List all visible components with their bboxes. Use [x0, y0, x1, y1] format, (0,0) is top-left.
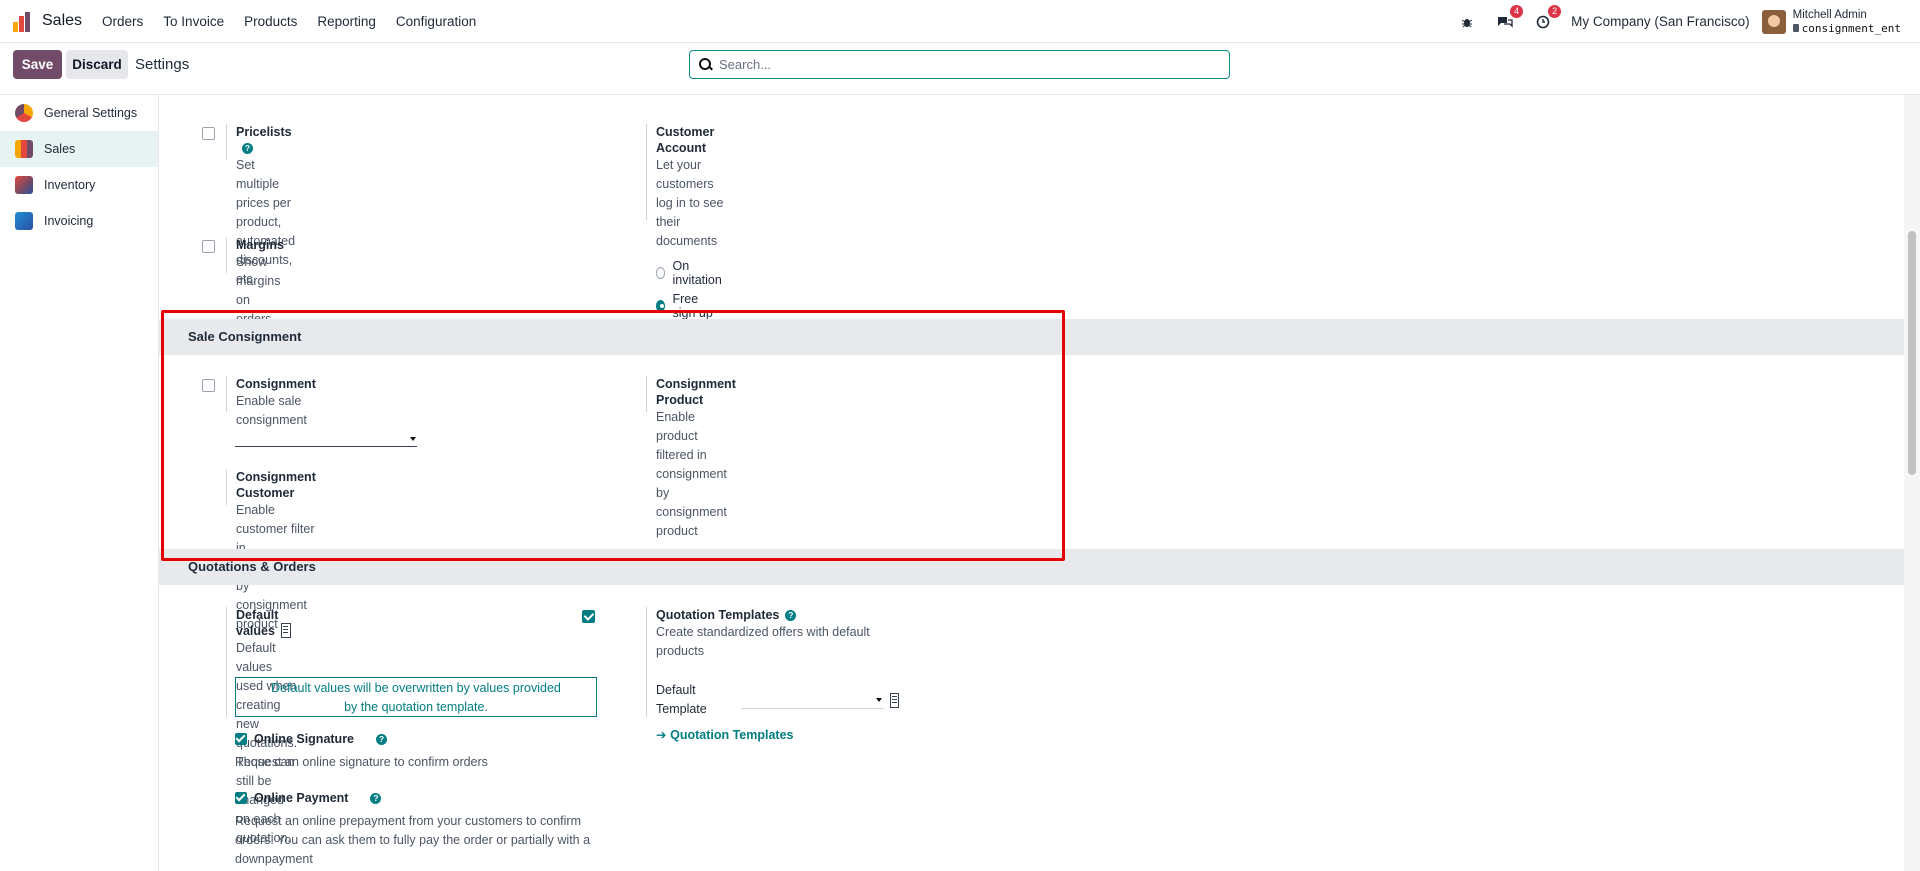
top-navbar: Sales Orders To Invoice Products Reporti… — [0, 0, 1920, 43]
pricelists-checkbox[interactable] — [202, 127, 215, 140]
help-icon[interactable]: ? — [376, 734, 388, 745]
help-icon[interactable]: ? — [785, 610, 797, 621]
inventory-icon — [15, 176, 33, 194]
default-values-label: Default values — [236, 608, 279, 638]
sidebar-item-sales[interactable]: Sales — [0, 131, 158, 167]
page-title: Settings — [135, 56, 190, 73]
alert-line-2: by the quotation template. — [344, 700, 488, 714]
sidebar-item-label: General Settings — [44, 106, 138, 120]
menu-products[interactable]: Products — [244, 14, 297, 29]
menu-configuration[interactable]: Configuration — [396, 14, 476, 29]
sidebar-item-label: Invoicing — [44, 214, 94, 228]
messages-icon[interactable]: 4 — [1495, 4, 1524, 32]
online-payment-checkbox[interactable] — [235, 792, 247, 804]
general-settings-icon — [15, 104, 33, 122]
online-signature-label: Online Signature — [254, 732, 355, 746]
default-template-label: Default Template — [656, 683, 707, 716]
menu-reporting[interactable]: Reporting — [317, 14, 376, 29]
setting-online-payment: Online Payment? Request an online prepay… — [235, 790, 590, 869]
online-signature-description: Request an online signature to confirm o… — [235, 755, 488, 769]
online-payment-label: Online Payment — [254, 791, 349, 805]
sales-icon — [15, 140, 33, 158]
main-menu: Orders To Invoice Products Reporting Con… — [102, 14, 476, 29]
sidebar-item-inventory[interactable]: Inventory — [0, 167, 158, 203]
search-icon — [699, 57, 713, 72]
default-template-select[interactable] — [740, 691, 884, 709]
discard-button[interactable]: Discard — [66, 50, 128, 79]
margins-label: Margins — [236, 238, 284, 252]
margins-checkbox[interactable] — [202, 240, 215, 253]
messages-badge: 4 — [1510, 4, 1524, 18]
settings-sidebar: General Settings Sales Inventory Invoici… — [0, 95, 159, 871]
invoicing-icon — [15, 212, 33, 230]
company-building-icon — [889, 692, 899, 708]
customer-account-description: Let your customers log in to see their d… — [656, 158, 724, 248]
help-icon[interactable]: ? — [370, 793, 382, 804]
radio-on-invitation[interactable]: On invitation — [656, 259, 724, 287]
activity-badge: 2 — [1548, 4, 1562, 18]
debug-bug-icon[interactable] — [1457, 12, 1477, 32]
menu-orders[interactable]: Orders — [102, 14, 143, 29]
online-payment-description-2: orders. You can ask them to fully pay th… — [235, 833, 591, 847]
vertical-scrollbar[interactable] — [1904, 95, 1920, 871]
template-override-alert: Default values will be overwritten by va… — [235, 677, 597, 717]
control-panel: Save Discard Settings — [0, 43, 1920, 95]
sales-app-icon[interactable] — [13, 10, 35, 32]
menu-to-invoice[interactable]: To Invoice — [163, 14, 224, 29]
sidebar-item-general-settings[interactable]: General Settings — [0, 95, 158, 131]
online-signature-checkbox[interactable] — [235, 733, 247, 745]
section-title: Quotations & Orders — [188, 559, 316, 574]
activity-clock-icon[interactable]: 2 — [1533, 4, 1562, 32]
alert-line-1: Default values will be overwritten by va… — [271, 681, 561, 695]
database-info: consignment_ent — [1792, 21, 1901, 35]
company-building-icon — [280, 623, 291, 638]
default-template-row: Default Template — [656, 681, 899, 719]
quotation-templates-link-label: Quotation Templates — [670, 728, 794, 742]
app-name[interactable]: Sales — [42, 12, 82, 30]
search-input[interactable] — [719, 57, 1219, 72]
save-button[interactable]: Save — [13, 50, 62, 79]
arrow-right-icon: ➔ — [656, 728, 667, 742]
scrollbar-thumb[interactable] — [1908, 231, 1916, 475]
user-menu[interactable]: Mitchell Admin consignment_ent — [1792, 8, 1901, 35]
customer-account-label: Customer Account — [656, 125, 715, 155]
quotation-templates-checkbox[interactable] — [582, 610, 595, 623]
quotation-templates-label: Quotation Templates — [656, 608, 780, 622]
sidebar-item-invoicing[interactable]: Invoicing — [0, 203, 158, 239]
setting-online-signature: Online Signature? Request an online sign… — [235, 731, 488, 772]
pricelists-label: Pricelists — [236, 125, 292, 139]
user-avatar[interactable] — [1761, 9, 1786, 34]
database-icon — [1792, 23, 1799, 32]
sidebar-item-label: Inventory — [44, 178, 96, 192]
help-icon[interactable]: ? — [242, 143, 253, 154]
radio-label: On invitation — [672, 259, 722, 287]
online-payment-description-3: downpayment — [235, 852, 313, 866]
user-name: Mitchell Admin — [1792, 8, 1867, 21]
highlight-frame — [161, 310, 1065, 561]
radio-button[interactable] — [656, 267, 666, 279]
search-box[interactable] — [689, 50, 1230, 79]
quotation-templates-description: Create standardized offers with default … — [656, 625, 870, 658]
quotation-templates-link[interactable]: ➔ Quotation Templates — [656, 727, 899, 742]
sidebar-item-label: Sales — [44, 142, 76, 156]
company-switcher[interactable]: My Company (San Francisco) — [1571, 14, 1750, 29]
database-name: consignment_ent — [1801, 21, 1901, 35]
online-payment-description-1: Request an online prepayment from your c… — [235, 814, 581, 828]
